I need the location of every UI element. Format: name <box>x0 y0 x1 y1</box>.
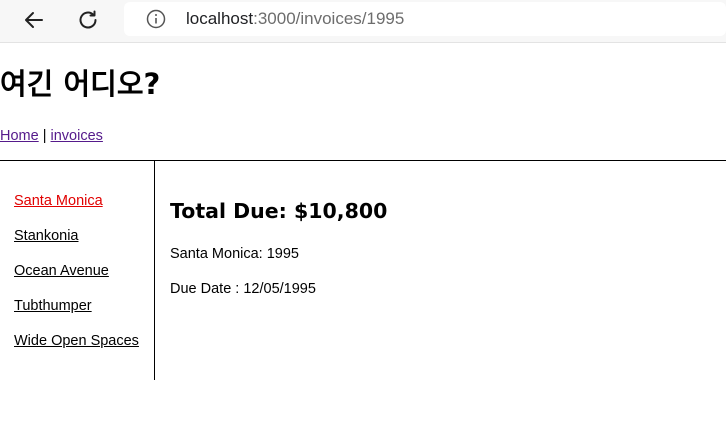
horizontal-divider <box>0 160 726 161</box>
address-bar[interactable]: localhost:3000/invoices/1995 <box>124 2 726 36</box>
invoice-sidebar: Santa Monica Stankonia Ocean Avenue Tubt… <box>14 192 139 367</box>
url-path: :3000/invoices/1995 <box>253 9 405 28</box>
total-due-heading: Total Due: $10,800 <box>170 199 388 223</box>
reload-icon <box>79 10 97 29</box>
url-host: localhost <box>186 9 254 28</box>
invoices-link[interactable]: invoices <box>51 128 103 144</box>
reload-button[interactable] <box>72 4 104 36</box>
nav-separator: | <box>38 128 51 144</box>
top-nav: Home | invoices <box>0 127 103 145</box>
invoice-name-year: Santa Monica: 1995 <box>170 246 299 262</box>
sidebar-item-tubthumper[interactable]: Tubthumper <box>14 297 139 332</box>
arrow-left-icon <box>25 12 43 28</box>
sidebar-item-stankonia[interactable]: Stankonia <box>14 227 139 262</box>
home-link[interactable]: Home <box>0 128 39 144</box>
back-button[interactable] <box>18 4 50 36</box>
browser-toolbar: localhost:3000/invoices/1995 <box>0 0 726 43</box>
info-circle-icon[interactable] <box>146 9 166 29</box>
url-text[interactable]: localhost:3000/invoices/1995 <box>186 9 404 29</box>
sidebar-item-wide-open-spaces[interactable]: Wide Open Spaces <box>14 332 139 367</box>
page-title: 여긴 어디오? <box>0 67 161 101</box>
invoice-due-date: Due Date : 12/05/1995 <box>170 281 316 297</box>
sidebar-item-santa-monica[interactable]: Santa Monica <box>14 192 139 227</box>
sidebar-item-ocean-avenue[interactable]: Ocean Avenue <box>14 262 139 297</box>
vertical-divider <box>154 160 155 380</box>
